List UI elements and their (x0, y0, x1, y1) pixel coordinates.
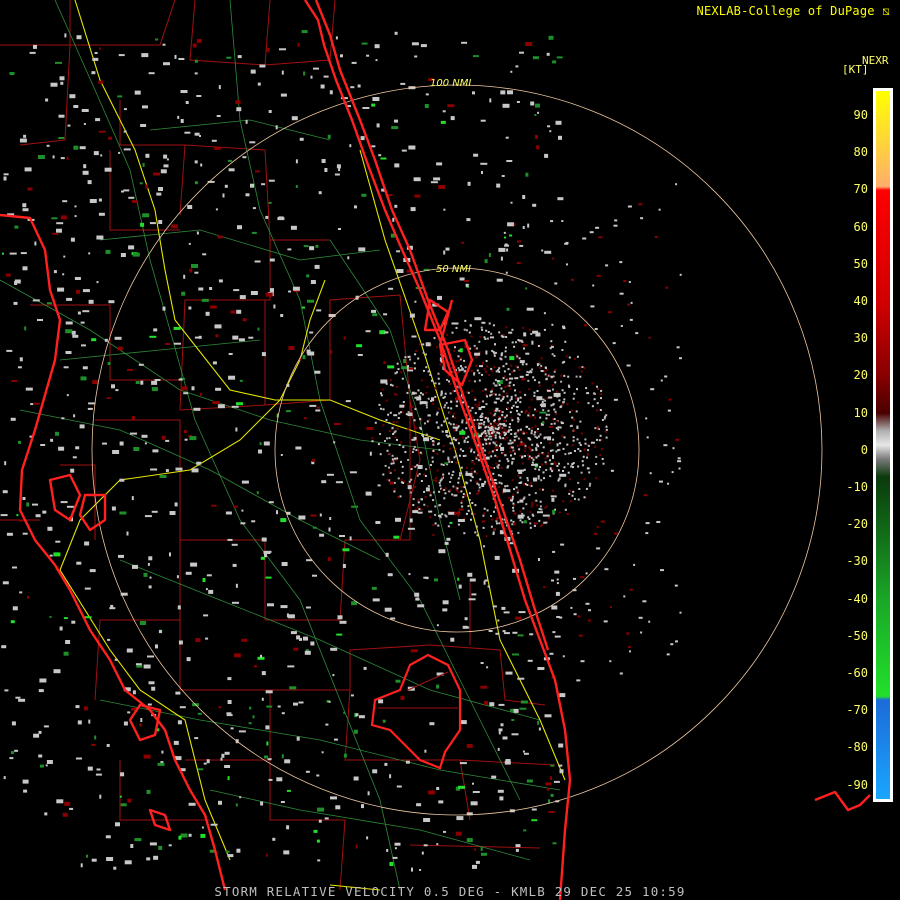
legend-tick-label: 0 (860, 442, 868, 457)
legend-tick-label: 70 (853, 182, 868, 197)
legend-tick-label: 30 (853, 331, 868, 346)
legend-tick-label: -40 (846, 591, 868, 606)
credit-label: NEXLAB-College of DuPage ⧅ (696, 4, 890, 18)
legend-tick-label: -60 (846, 666, 868, 680)
range-ring-outer-label: 100 NMI (430, 78, 471, 89)
legend-tick-label: -20 (846, 517, 868, 532)
legend-tick-label: 10 (853, 405, 868, 420)
product-caption: STORM RELATIVE VELOCITY 0.5 DEG - KMLB 2… (214, 884, 686, 899)
range-ring-inner-label: 50 NMI (436, 264, 471, 275)
legend-unit: [KT] (842, 63, 869, 76)
legend-tick-label: -80 (846, 740, 868, 755)
nexlab-logo-icon: ⧅ (882, 4, 890, 18)
legend-tick-label: 40 (853, 294, 868, 308)
legend-tick-label: -30 (846, 554, 868, 569)
legend-tick-label: 50 (853, 256, 868, 271)
legend-tick-label: -90 (846, 777, 868, 792)
radar-map: 100 NMI 50 NMI (0, 0, 900, 900)
legend-tick-label: -10 (846, 480, 868, 494)
velocity-color-bar (873, 88, 893, 802)
legend-tick-label: -50 (846, 628, 868, 643)
legend-tick-label: 60 (853, 219, 868, 234)
legend-tick-label: 20 (853, 368, 868, 383)
legend-tick-label: 90 (853, 108, 868, 122)
legend-tick-label: 80 (853, 145, 868, 160)
legend-tick-label: -70 (846, 703, 868, 718)
